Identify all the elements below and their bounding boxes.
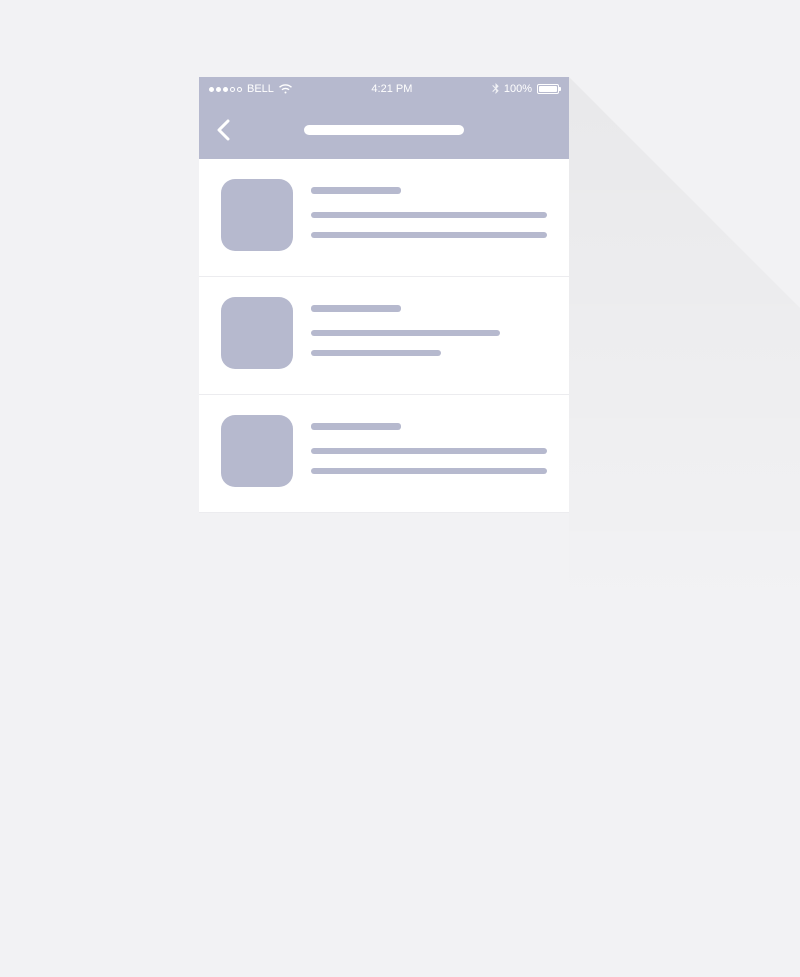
item-line-placeholder [311,212,547,218]
page-title-placeholder [304,125,464,135]
chevron-left-icon [216,119,230,141]
item-thumbnail [221,179,293,251]
item-line-placeholder [311,330,500,336]
list-item[interactable] [199,159,569,277]
signal-dots-icon [209,87,242,92]
item-thumbnail [221,297,293,369]
clock-label: 4:21 PM [371,83,412,95]
list [199,159,569,513]
item-line-placeholder [311,350,441,356]
list-item[interactable] [199,277,569,395]
item-line-placeholder [311,468,547,474]
carrier-label: BELL [247,83,274,95]
list-item[interactable] [199,395,569,513]
wifi-icon [279,84,292,94]
item-text [311,179,547,252]
item-line-placeholder [311,448,547,454]
status-left: BELL [209,83,292,95]
status-right: 100% [492,83,559,95]
item-line-placeholder [311,232,547,238]
battery-pct-label: 100% [504,83,532,95]
phone-drop-shadow [569,77,800,977]
item-title-placeholder [311,305,401,312]
phone-frame: BELL 4:21 PM 100% [199,77,569,513]
back-button[interactable] [211,118,235,142]
item-thumbnail [221,415,293,487]
item-text [311,297,547,370]
item-text [311,415,547,488]
status-bar: BELL 4:21 PM 100% [199,77,569,101]
bluetooth-icon [492,83,499,95]
item-title-placeholder [311,187,401,194]
nav-bar [199,101,569,159]
battery-icon [537,84,559,94]
item-title-placeholder [311,423,401,430]
